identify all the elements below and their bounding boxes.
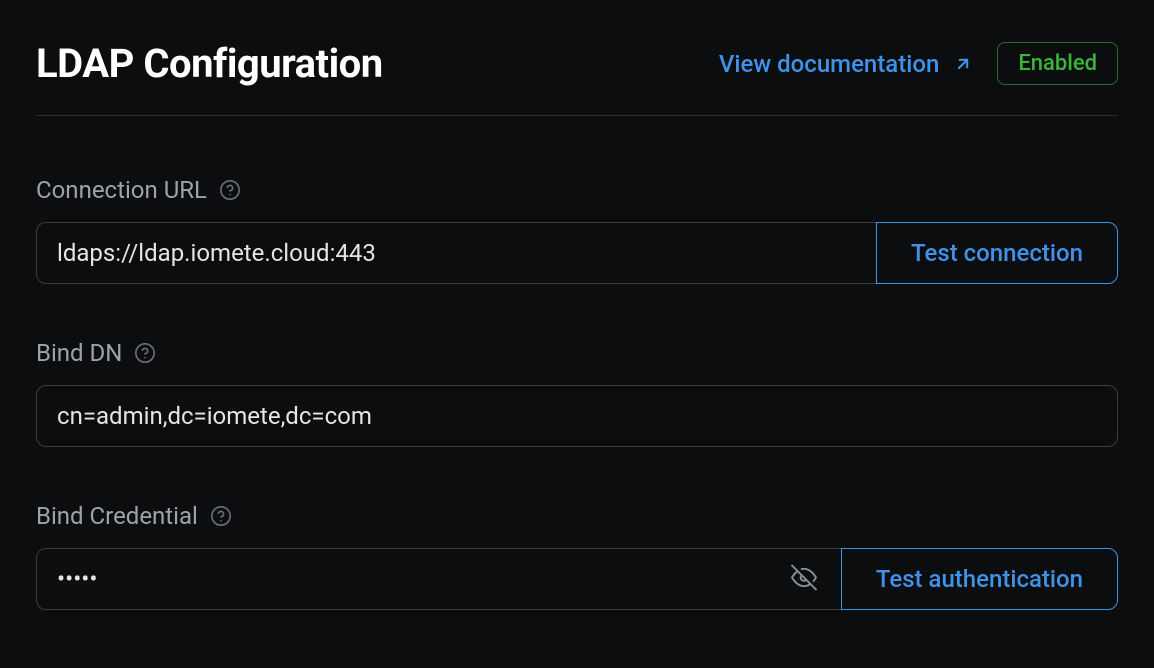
bind-dn-label: Bind DN bbox=[36, 339, 122, 367]
help-icon[interactable] bbox=[219, 179, 241, 201]
doc-link-label: View documentation bbox=[719, 50, 939, 78]
bind-dn-label-row: Bind DN bbox=[36, 339, 1118, 367]
view-documentation-link[interactable]: View documentation bbox=[719, 50, 973, 78]
bind-dn-input-row bbox=[36, 385, 1118, 447]
page-title: LDAP Configuration bbox=[36, 40, 383, 87]
bind-credential-label-row: Bind Credential bbox=[36, 502, 1118, 530]
help-icon[interactable] bbox=[134, 342, 156, 364]
test-connection-button[interactable]: Test connection bbox=[876, 222, 1118, 284]
ldap-form: Connection URL Test connection Bind DN bbox=[36, 176, 1118, 610]
page-header: LDAP Configuration View documentation En… bbox=[36, 40, 1118, 116]
connection-url-label: Connection URL bbox=[36, 176, 207, 204]
header-actions: View documentation Enabled bbox=[719, 42, 1118, 85]
status-badge: Enabled bbox=[997, 42, 1118, 85]
connection-url-input-row: Test connection bbox=[36, 222, 1118, 284]
connection-url-group: Connection URL Test connection bbox=[36, 176, 1118, 284]
bind-dn-group: Bind DN bbox=[36, 339, 1118, 447]
bind-credential-input[interactable] bbox=[36, 548, 841, 610]
external-link-icon bbox=[953, 54, 973, 74]
bind-credential-input-row: Test authentication bbox=[36, 548, 1118, 610]
help-icon[interactable] bbox=[210, 505, 232, 527]
bind-credential-group: Bind Credential bbox=[36, 502, 1118, 610]
test-authentication-button[interactable]: Test authentication bbox=[841, 548, 1118, 610]
bind-dn-input[interactable] bbox=[36, 385, 1118, 447]
password-wrapper bbox=[36, 548, 841, 610]
toggle-visibility-button[interactable] bbox=[787, 561, 821, 598]
connection-url-input[interactable] bbox=[36, 222, 876, 284]
connection-url-label-row: Connection URL bbox=[36, 176, 1118, 204]
bind-credential-label: Bind Credential bbox=[36, 502, 198, 530]
eye-off-icon bbox=[791, 565, 817, 594]
